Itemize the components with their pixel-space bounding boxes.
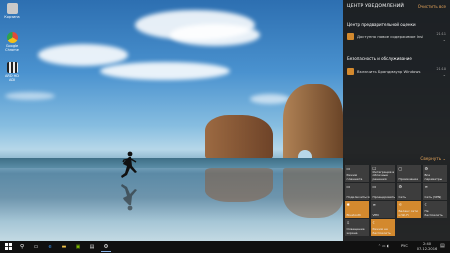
quick-action-label: Баланс сети и Wi-Fi (398, 209, 418, 217)
insider-icon (347, 33, 354, 40)
rock-arch (283, 84, 343, 162)
quick-action-tile[interactable]: ✱ Bluetooth (345, 201, 369, 218)
notification-text: Включить Брандмауэр Windows (357, 69, 421, 74)
recycle-bin-icon (6, 3, 18, 14)
rock-reflection (283, 168, 343, 218)
clock-date: 07.12.2016 (416, 246, 438, 251)
quick-action-tile[interactable]: ▢ Примечание (397, 165, 421, 182)
cloud (38, 44, 128, 66)
quick-action-tile[interactable]: ∞ VPN (371, 201, 395, 218)
quick-action-label: Освещение экрана (346, 227, 365, 235)
quick-action-icon: ▭ (346, 165, 351, 171)
desktop-icon-chrome[interactable]: Google Chrome (3, 32, 21, 52)
chevron-down-icon[interactable]: ⌄ (443, 37, 446, 42)
quick-action-icon: ☾ (372, 219, 377, 225)
notification-item[interactable]: Доступно новое содержимое Insi 21:11 ⌄ (347, 32, 446, 44)
quick-action-tile[interactable]: ▭ Проецировать (371, 183, 395, 200)
quick-action-label: VPN (372, 212, 379, 217)
action-center-icon[interactable]: ▤ (440, 243, 445, 249)
clock[interactable]: 2:40 07.12.2016 (416, 242, 438, 251)
desktop-icon-recycle-bin[interactable]: Корзина (3, 3, 21, 19)
runner-silhouette (121, 151, 137, 211)
windows-logo-icon (4, 243, 12, 250)
sea (0, 158, 345, 168)
quick-action-tile[interactable]: ⚙ Сеть (397, 183, 421, 200)
desktop-icon-label: Корзина (4, 15, 20, 19)
app-icon[interactable]: ▤ (87, 243, 97, 251)
chrome-icon (6, 32, 18, 43)
clapperboard-icon (6, 62, 18, 73)
folder-icon[interactable]: ▬ (59, 243, 69, 251)
active-app-indicator (101, 251, 111, 252)
cloud (5, 92, 55, 100)
cloud (250, 94, 290, 104)
desktop-icon-label: Google Chrome (5, 44, 19, 52)
quick-action-tile[interactable]: ⇩ Освещение экрана (345, 219, 369, 236)
gear-icon[interactable]: ⚙ (101, 243, 111, 251)
notification-item[interactable]: Включить Брандмауэр Windows 21:10 ⌄ (347, 67, 446, 79)
quick-action-icon: ▢ (398, 165, 403, 171)
action-center-title: ЦЕНТР УВЕДОМЛЕНИЙ (347, 4, 405, 9)
quick-action-label: Bluetooth (346, 212, 362, 217)
quick-action-icon: ∞ (424, 183, 428, 189)
quick-action-icon: ∞ (372, 201, 376, 207)
quick-action-icon: ⚙ (424, 165, 429, 171)
quick-action-label: Режим планшета (346, 173, 363, 181)
notification-time: 21:10 (436, 67, 446, 71)
quick-action-tile[interactable]: ☾ Не беспокоить (423, 201, 447, 218)
quick-action-tile[interactable]: ☼ Баланс сети и Wi-Fi (397, 201, 421, 218)
quick-action-tile[interactable]: ▭ Подключиться (345, 183, 370, 200)
quick-action-icon: ✱ (346, 201, 350, 207)
quick-action-label: Интеграция в облачные решения (372, 169, 395, 181)
start-button[interactable] (3, 243, 13, 251)
taskbar: ⚲ ▭ e ▬ ▣ ▤ ⚙ ⌃ ▭ ◖ РУС 2:40 07.12.2016 … (0, 241, 450, 253)
quick-action-label: Сеть (VPN) (424, 194, 442, 199)
quick-action-label: Все параметры (424, 173, 443, 181)
cloud (170, 24, 260, 46)
cloud (100, 62, 230, 80)
quick-action-label: Не беспокоить (424, 209, 443, 217)
quick-action-tile[interactable]: ⚙ Все параметры (423, 165, 447, 182)
chevron-down-icon[interactable]: ⌄ (443, 72, 446, 77)
quick-action-tile[interactable]: ☾ Режим не беспокоить (371, 219, 395, 236)
quick-action-label: Режим не беспокоить (372, 227, 391, 235)
quick-action-icon: ☾ (424, 201, 429, 207)
task-view-icon[interactable]: ▭ (31, 243, 41, 251)
quick-action-tile[interactable]: ☐ Интеграция в облачные решения (371, 165, 395, 182)
quick-action-tile[interactable]: ∞ Сеть (VPN) (423, 183, 447, 200)
language-indicator[interactable]: РУС (401, 244, 408, 248)
desktop-icon-ard[interactable]: ARD HD ADI (3, 62, 21, 82)
rock-reflection (205, 168, 273, 202)
notification-time: 21:11 (436, 32, 446, 36)
store-icon[interactable]: ▣ (73, 243, 83, 251)
quick-action-label: Проецировать (372, 194, 396, 199)
shield-icon (347, 68, 354, 75)
notification-group-header[interactable]: Центр предварительной оценки (347, 22, 416, 27)
quick-action-label: Подключиться (346, 194, 370, 199)
quick-action-icon: ▭ (372, 183, 377, 189)
quick-action-icon: ☼ (398, 201, 403, 207)
notification-group-header[interactable]: Безопасность и обслуживание (347, 56, 412, 61)
rock-formation (205, 115, 273, 160)
edge-icon[interactable]: e (45, 243, 55, 251)
collapse-link[interactable]: Свернуть ⌄ (420, 156, 446, 161)
quick-action-tile[interactable]: ▭ Режим планшета (345, 165, 369, 182)
notification-text: Доступно новое содержимое Insi (357, 34, 424, 39)
quick-action-icon: ▭ (346, 183, 351, 189)
quick-action-icon: ⚙ (398, 183, 403, 189)
quick-action-icon: ⇩ (346, 219, 350, 225)
tray-icons[interactable]: ⌃ ▭ ◖ (378, 244, 389, 248)
clear-all-link[interactable]: Очистить все (418, 4, 446, 9)
quick-action-label: Примечание (398, 176, 419, 181)
quick-action-label: Сеть (398, 194, 406, 199)
desktop-icon-label: ARD HD ADI (5, 74, 19, 82)
search-icon[interactable]: ⚲ (17, 243, 27, 251)
